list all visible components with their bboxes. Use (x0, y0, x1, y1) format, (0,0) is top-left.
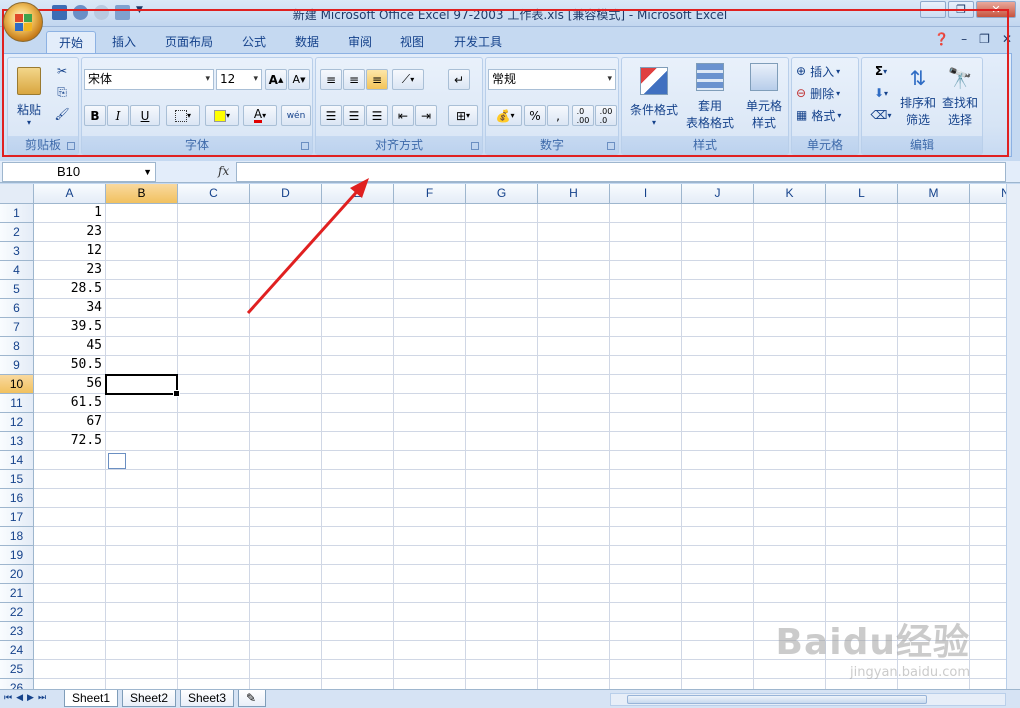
office-logo-icon (15, 14, 33, 32)
watermark-url: jingyan.baidu.com (850, 665, 970, 680)
watermark-brand: Baidu经验 (775, 622, 970, 663)
office-button[interactable] (3, 2, 43, 42)
annotation-arrow (246, 178, 369, 315)
watermark: Baidu经验 jingyan.baidu.com (776, 613, 970, 680)
